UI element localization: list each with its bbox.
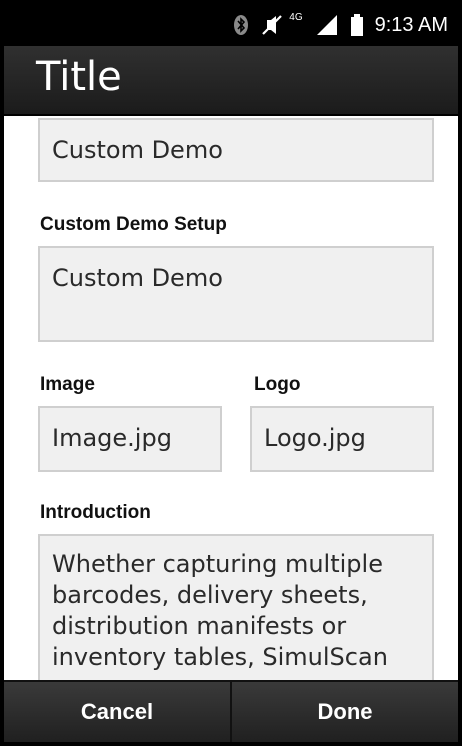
logo-text-field-value: Logo.jpg	[264, 424, 366, 452]
status-bar: 4G 9:13 AM	[4, 4, 458, 46]
image-text-field-value: Image.jpg	[52, 424, 172, 452]
signal-icon	[315, 14, 339, 36]
muted-icon	[261, 14, 283, 36]
logo-text-field[interactable]: Logo.jpg	[250, 406, 434, 472]
introduction-label: Introduction	[40, 502, 151, 523]
introduction-line: Whether capturing multiple	[52, 550, 383, 578]
setup-text-field[interactable]: Custom Demo	[38, 246, 434, 342]
done-button[interactable]: Done	[232, 682, 458, 742]
logo-label: Logo	[254, 374, 301, 395]
introduction-line: barcodes, delivery sheets,	[52, 581, 368, 609]
introduction-line: distribution manifests or	[52, 612, 347, 640]
status-time: 9:13 AM	[374, 13, 448, 36]
top-text-field-value: Custom Demo	[52, 136, 223, 164]
form-content[interactable]: Custom Demo Custom Demo Setup Custom Dem…	[4, 116, 458, 686]
introduction-line: inventory tables, SimulScan	[52, 643, 388, 671]
device-screen: 4G 9:13 AM Title Custom Demo Custom Demo…	[0, 0, 462, 746]
page-title: Title	[36, 54, 122, 100]
image-label: Image	[40, 374, 95, 395]
top-text-field[interactable]: Custom Demo	[38, 118, 434, 182]
image-text-field[interactable]: Image.jpg	[38, 406, 222, 472]
network-type-label: 4G	[289, 12, 303, 23]
battery-icon	[350, 14, 363, 36]
introduction-text-field[interactable]: Whether capturing multiple barcodes, del…	[38, 534, 434, 686]
setup-text-field-value: Custom Demo	[52, 264, 223, 292]
action-bar: Cancel Done	[4, 680, 458, 742]
app-bar: Title	[4, 46, 458, 116]
bluetooth-icon	[233, 14, 249, 36]
setup-label: Custom Demo Setup	[40, 214, 227, 235]
cancel-button[interactable]: Cancel	[4, 682, 230, 742]
